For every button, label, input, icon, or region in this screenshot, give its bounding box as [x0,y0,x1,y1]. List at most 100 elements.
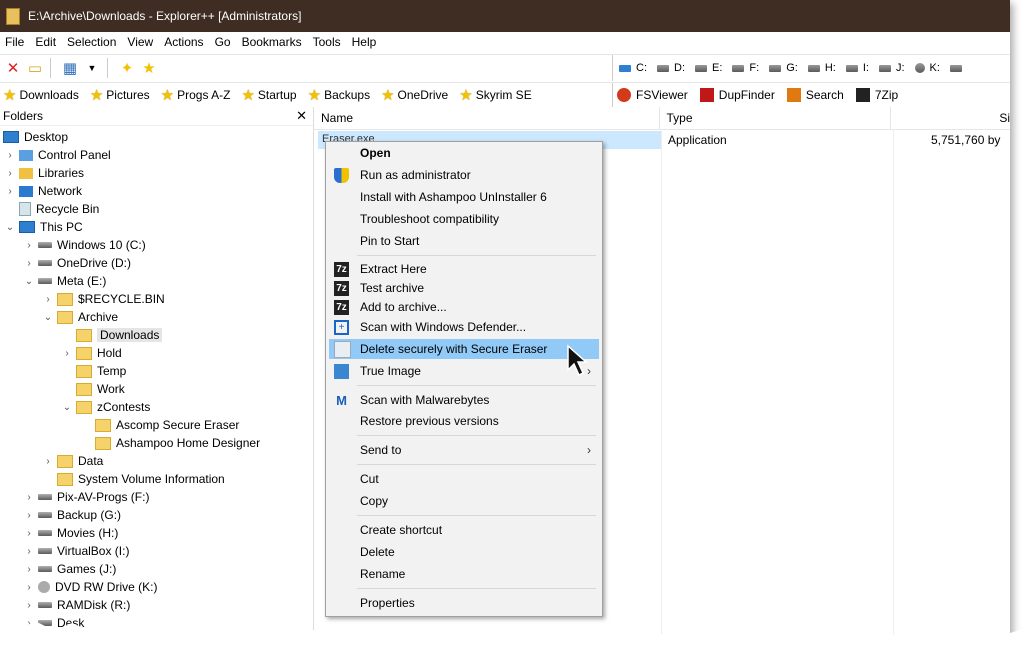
menu-actions[interactable]: Actions [164,35,203,49]
title-bar[interactable]: E:\Archive\Downloads - Explorer++ [Admin… [0,0,1010,32]
drive-h[interactable]: H: [807,62,836,74]
chevron-right-icon[interactable]: › [24,582,34,593]
chevron-right-icon[interactable]: › [24,564,34,575]
tree-item-recycle-bin-folder[interactable]: › $RECYCLE.BIN [43,290,164,308]
drive-d[interactable]: D: [657,62,685,74]
bookmark-progs-a-z[interactable]: ★ Progs A-Z [161,86,231,104]
chevron-right-icon[interactable]: › [5,186,15,197]
menu-tools[interactable]: Tools [313,35,341,49]
chevron-right-icon[interactable]: › [24,546,34,557]
menu-item-pin-to-start[interactable]: Pin to Start [329,231,599,251]
menu-view[interactable]: View [127,35,153,49]
bookmark-skyrim-se[interactable]: ★ Skyrim SE [459,86,531,104]
chevron-right-icon[interactable]: › [24,240,34,251]
menu-item-restore-previous-versions[interactable]: Restore previous versions [329,411,599,431]
tree-item-network[interactable]: › Network [5,182,82,200]
tree-item-system-volume-information[interactable]: System Volume Information [43,470,225,488]
column-name[interactable]: Name [314,107,660,129]
tree-item-hold[interactable]: › Hold [62,344,121,362]
menu-item-delete-securely-with-secure-eraser[interactable]: Delete securely with Secure Eraser [329,339,599,359]
chevron-right-icon[interactable]: › [43,456,53,467]
tree-item-temp[interactable]: Temp [62,362,126,380]
add-bookmark-icon[interactable]: ✦ [118,59,136,77]
tree-item-control-panel[interactable]: › Control Panel [5,146,110,164]
chevron-right-icon[interactable]: › [24,492,34,503]
menu-item-scan-with-malwarebytes[interactable]: M Scan with Malwarebytes [329,390,599,410]
tree-item-work[interactable]: Work [62,380,125,398]
bookmark-onedrive[interactable]: ★ OneDrive [381,86,448,104]
menu-item-open[interactable]: Open [329,143,599,163]
tree-item-games-j[interactable]: › Games (J:) [24,560,116,578]
bookmarks-icon[interactable]: ★ [140,59,158,77]
menu-item-scan-with-windows-defender[interactable]: + Scan with Windows Defender... [329,317,599,337]
close-icon[interactable]: ✕ [296,108,307,124]
menu-item-cut[interactable]: Cut [329,469,599,489]
view-icon[interactable]: ▦ [61,59,79,77]
drive-e[interactable]: E: [695,62,722,74]
menu-item-create-shortcut[interactable]: Create shortcut [329,520,599,540]
chevron-right-icon[interactable]: › [5,168,15,179]
chevron-down-icon[interactable]: ⌄ [5,222,15,233]
chevron-down-icon[interactable]: ⌄ [62,402,72,413]
menu-item-troubleshoot-compatibility[interactable]: Troubleshoot compatibility [329,209,599,229]
tree-item-backup-g[interactable]: › Backup (G:) [24,506,121,524]
menu-edit[interactable]: Edit [35,35,56,49]
chevron-down-icon[interactable]: ▼ [83,59,101,77]
tree-item-onedrive-d[interactable]: › OneDrive (D:) [24,254,131,272]
menu-item-extract-here[interactable]: 7z Extract Here [329,259,599,279]
chevron-down-icon[interactable]: ⌄ [24,276,34,287]
drive-more[interactable] [949,64,967,72]
tree-item-this-pc[interactable]: ⌄ This PC [5,218,83,236]
chevron-right-icon[interactable]: › [5,150,15,161]
chevron-down-icon[interactable]: ⌄ [43,312,53,323]
menu-bookmarks[interactable]: Bookmarks [242,35,302,49]
menu-item-delete[interactable]: Delete [329,542,599,562]
drive-k[interactable]: K: [914,62,940,74]
tree-item-movies-h[interactable]: › Movies (H:) [24,524,118,542]
drive-c[interactable]: C: [619,62,647,74]
delete-icon[interactable]: ✕ [4,59,22,77]
menu-item-properties[interactable]: Properties [329,593,599,613]
menu-help[interactable]: Help [352,35,377,49]
bookmark-pictures[interactable]: ★ Pictures [90,86,150,104]
tree-item-downloads[interactable]: Downloads [62,326,163,344]
menu-item-test-archive[interactable]: 7z Test archive [329,278,599,298]
app-fsviewer[interactable]: FSViewer [617,88,688,102]
column-size[interactable]: Si [891,107,1010,129]
chevron-right-icon[interactable]: › [24,600,34,611]
tree-item-data[interactable]: › Data [43,452,103,470]
chevron-right-icon[interactable]: › [24,510,34,521]
app-search[interactable]: Search [786,88,844,102]
tree-item-ashampoo-home-designer[interactable]: Ashampoo Home Designer [81,434,260,452]
tree-item-windows-c[interactable]: › Windows 10 (C:) [24,236,145,254]
tree-item-archive[interactable]: ⌄ Archive [43,308,118,326]
tree-item-dvd-rw-drive-k[interactable]: › DVD RW Drive (K:) [24,578,157,596]
tree-item-ascomp-secure-eraser[interactable]: Ascomp Secure Eraser [81,416,239,434]
app-7zip[interactable]: 7Zip [855,88,898,102]
menu-item-copy[interactable]: Copy [329,491,599,511]
menu-item-install-with-ashampoo[interactable]: Install with Ashampoo UnInstaller 6 [329,187,599,207]
bookmark-startup[interactable]: ★ Startup [241,86,296,104]
chevron-right-icon[interactable]: › [24,258,34,269]
tree-item-recycle-bin[interactable]: Recycle Bin [5,200,99,218]
chevron-right-icon[interactable]: › [43,294,53,305]
menu-item-rename[interactable]: Rename [329,564,599,584]
open-folder-icon[interactable]: ▭ [26,59,44,77]
menu-selection[interactable]: Selection [67,35,116,49]
menu-item-add-to-archive[interactable]: 7z Add to archive... [329,297,599,317]
menu-item-true-image[interactable]: True Image › [329,361,599,381]
tree-item-libraries[interactable]: › Libraries [5,164,84,182]
column-type[interactable]: Type [660,107,891,129]
chevron-right-icon[interactable]: › [24,528,34,539]
tree-item-meta-e[interactable]: ⌄ Meta (E:) [24,272,107,290]
bookmark-backups[interactable]: ★ Backups [308,86,370,104]
drive-j[interactable]: J: [878,62,905,74]
menu-item-run-as-administrator[interactable]: Run as administrator [329,165,599,185]
drive-i[interactable]: I: [845,62,869,74]
menu-item-send-to[interactable]: Send to › [329,440,599,460]
drive-g[interactable]: G: [769,62,798,74]
menu-file[interactable]: File [5,35,24,49]
tree-item-pix-av-progs-f[interactable]: › Pix-AV-Progs (F:) [24,488,149,506]
drive-f[interactable]: F: [732,62,759,74]
menu-go[interactable]: Go [215,35,231,49]
